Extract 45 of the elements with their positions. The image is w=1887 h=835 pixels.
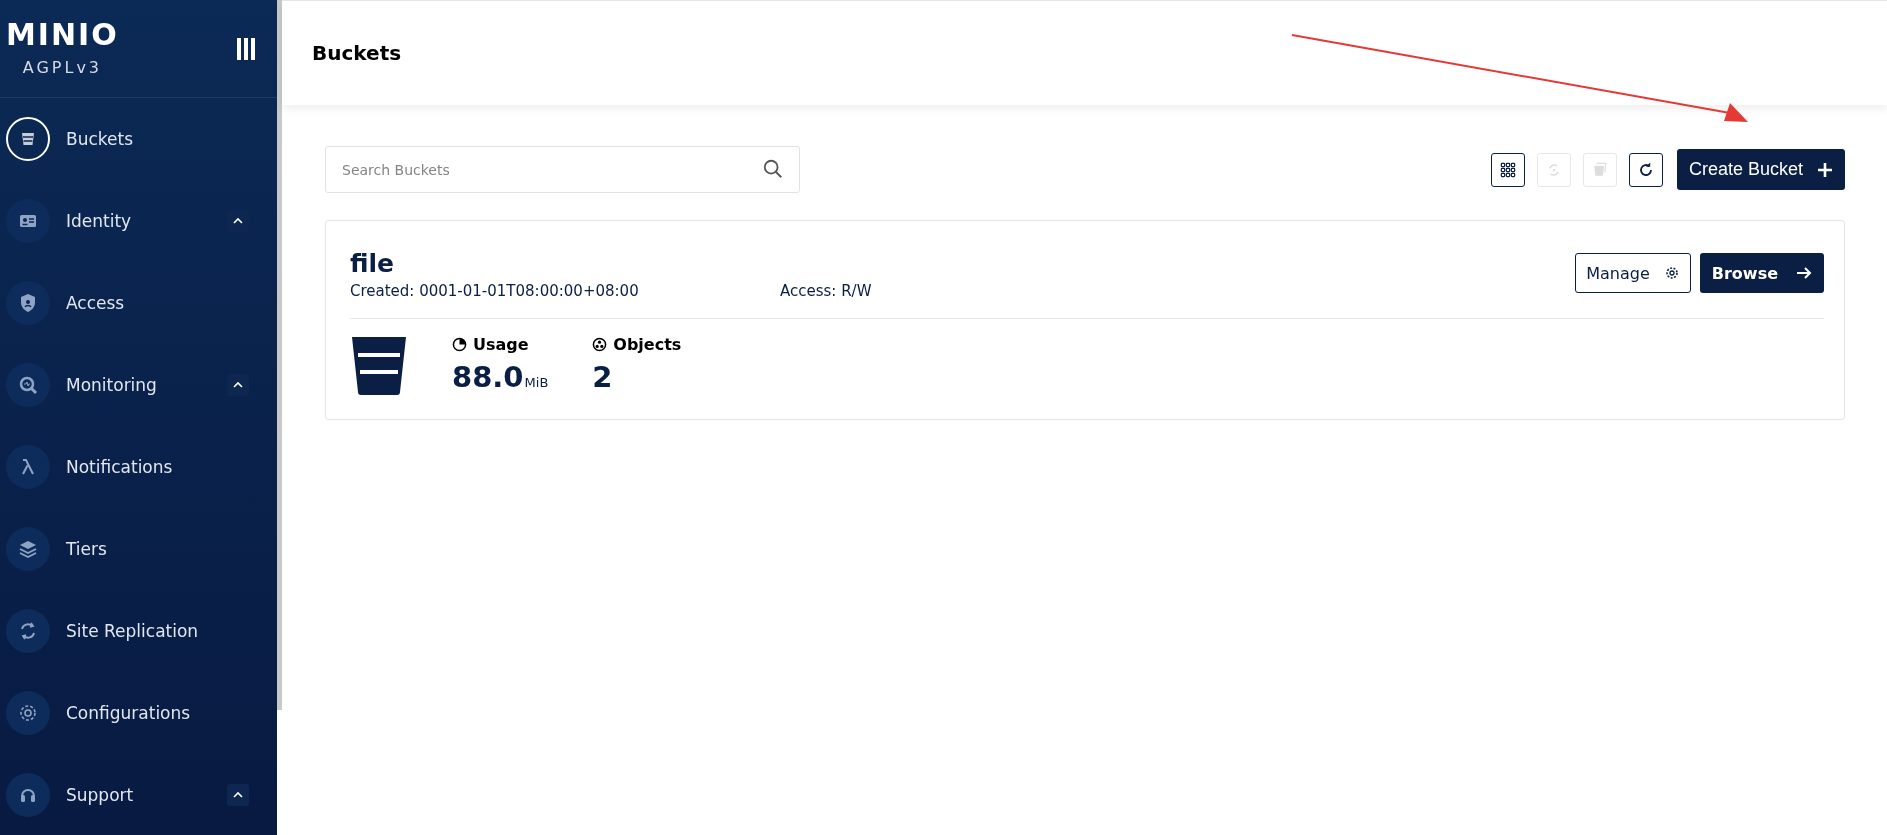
sidebar-item[interactable]: Access (0, 262, 277, 344)
sidebar-label: Support (66, 785, 135, 805)
sidebar-item[interactable]: Monitoring (0, 344, 277, 426)
manage-button[interactable]: Manage (1575, 253, 1691, 293)
sidebar-item[interactable]: Buckets (0, 98, 277, 180)
refresh-button[interactable] (1628, 152, 1663, 187)
chevron-icon[interactable] (227, 784, 249, 806)
objects-label: Objects (613, 335, 682, 354)
usage-unit: MiB (524, 375, 549, 390)
sidebar-label: Tiers (66, 539, 108, 559)
chevron-icon[interactable] (227, 374, 249, 396)
page-title: Buckets (312, 41, 402, 65)
pie-chart-icon (452, 337, 467, 352)
grid-button[interactable] (1490, 152, 1525, 187)
menu-icon[interactable] (235, 35, 257, 62)
sidebar-label: Monitoring (66, 375, 158, 395)
sidebar-label: Site Replication (66, 621, 200, 641)
sidebar-label: Notifications (66, 457, 174, 477)
usage-label: Usage (473, 335, 529, 354)
create-bucket-button[interactable]: Create Bucket (1676, 149, 1845, 190)
plus-icon (1817, 161, 1833, 178)
sidebar-item[interactable]: Support (0, 754, 277, 835)
sidebar-label: Buckets (66, 129, 134, 149)
sidebar-label: Identity (66, 211, 133, 231)
browse-button[interactable]: Browse (1699, 253, 1824, 293)
minio-logo: MINIO (6, 20, 119, 50)
sidebar-item[interactable]: Identity (0, 180, 277, 262)
sidebar-item[interactable]: Configurations (0, 672, 277, 754)
objects-value: 2 (592, 360, 613, 394)
sidebar-item[interactable]: Notifications (0, 426, 277, 508)
created-date: Created: 0001-01-01T08:00:00+08:00 (350, 282, 640, 300)
sidebar-label: Access (66, 293, 126, 313)
usage-value: 88.0 (452, 360, 524, 394)
search-icon (762, 158, 784, 180)
sidebar-item[interactable]: Site Replication (0, 590, 277, 672)
edition-label: AGPLv3 (22, 58, 103, 77)
objects-icon (592, 337, 608, 352)
access-label: Access: R/W (780, 282, 872, 300)
gear-icon (1663, 265, 1680, 281)
search-field[interactable]: Search Buckets (325, 146, 800, 193)
bucket-icon (350, 335, 408, 395)
sidebar-label: Configurations (66, 703, 192, 723)
sidebar-item[interactable]: Tiers (0, 508, 277, 590)
arrow-icon (1796, 265, 1812, 281)
bucket-name: file (350, 249, 396, 278)
